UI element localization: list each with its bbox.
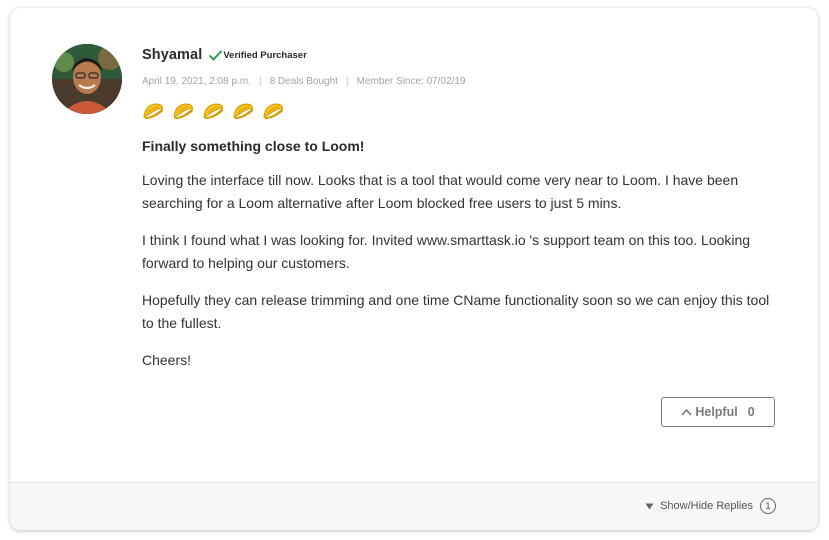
author-row: Shyamal Verified Purchaser xyxy=(142,46,782,64)
avatar-photo xyxy=(52,44,122,114)
meta-separator: | xyxy=(258,75,262,87)
taco-icon xyxy=(232,100,254,122)
review-card: Shyamal Verified Purchaser April 19, 202… xyxy=(10,8,818,530)
review-title: Finally something close to Loom! xyxy=(142,138,365,154)
verified-badge: Verified Purchaser xyxy=(209,49,307,61)
review-paragraph: I think I found what I was looking for. … xyxy=(142,232,751,271)
helpful-label: Helpful xyxy=(695,405,738,419)
helpful-count: 0 xyxy=(747,405,755,419)
taco-icon xyxy=(202,100,224,122)
review-meta: April 19, 2021, 2:08 p.m. | 8 Deals Boug… xyxy=(142,75,782,87)
replies-footer: Show/Hide Replies 1 xyxy=(10,482,818,530)
author-name[interactable]: Shyamal xyxy=(142,47,202,63)
deals-bought: 8 Deals Bought xyxy=(269,75,338,87)
checkmark-icon xyxy=(209,50,223,60)
review-paragraph: Loving the interface till now. Looks tha… xyxy=(142,172,739,211)
taco-icon xyxy=(262,100,284,122)
review-content: Shyamal Verified Purchaser April 19, 202… xyxy=(142,46,782,372)
caret-down-icon xyxy=(645,503,654,509)
review-paragraph: Hopefully they can release trimming and … xyxy=(142,292,770,331)
review-paragraph: Cheers! xyxy=(142,352,192,368)
replies-count-badge: 1 xyxy=(760,498,776,514)
taco-icon xyxy=(172,100,194,122)
meta-separator: | xyxy=(345,75,349,87)
helpful-button[interactable]: Helpful 0 xyxy=(661,397,775,427)
show-hide-replies-toggle[interactable]: Show/Hide Replies 1 xyxy=(645,498,776,514)
chevron-up-icon xyxy=(682,409,692,416)
review-body: Loving the interface till now. Looks tha… xyxy=(142,169,782,372)
verified-label: Verified Purchaser xyxy=(223,49,307,61)
rating-tacos xyxy=(142,100,782,122)
taco-icon xyxy=(142,100,164,122)
replies-toggle-label: Show/Hide Replies xyxy=(660,500,753,512)
avatar[interactable] xyxy=(52,44,122,114)
review-date: April 19, 2021, 2:08 p.m. xyxy=(142,75,251,87)
member-since: Member Since: 07/02/19 xyxy=(356,75,466,87)
